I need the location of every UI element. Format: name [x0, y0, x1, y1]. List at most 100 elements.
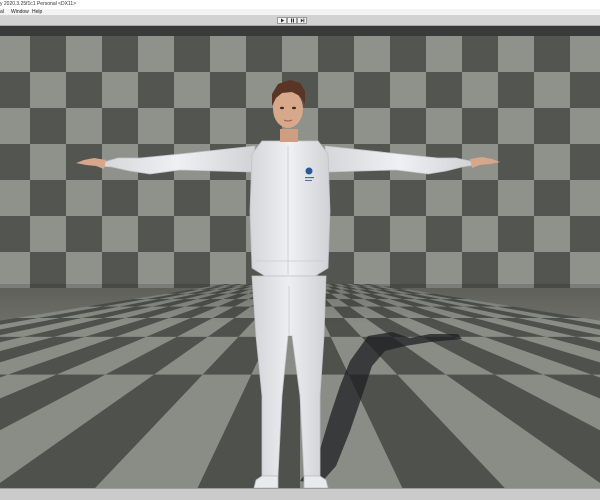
wall-tile: [354, 108, 390, 144]
wall-tile: [138, 216, 174, 252]
wall-tile: [354, 36, 390, 72]
wall-tile: [138, 180, 174, 216]
wall-tile: [498, 108, 534, 144]
chest-logo-line: [305, 177, 314, 179]
wall-tile: [66, 72, 102, 108]
wall-tile: [30, 108, 66, 144]
wall-tile: [174, 252, 210, 288]
wall-tile: [30, 144, 66, 180]
wall-tile: [66, 216, 102, 252]
wall-tile: [390, 252, 426, 288]
wall-tile: [174, 216, 210, 252]
wall-tile: [498, 216, 534, 252]
wall-tile: [354, 216, 390, 252]
shirt: [249, 140, 331, 277]
wall-tile: [0, 36, 30, 72]
unity-editor-window: y 2020.3.25f1c1 Personal <DX11> al Windo…: [0, 0, 600, 500]
wall-tile: [318, 36, 354, 72]
wall-tile: [66, 108, 102, 144]
wall-tile: [138, 36, 174, 72]
right-eye: [292, 106, 296, 110]
wall-tile: [426, 216, 462, 252]
game-view-viewport[interactable]: [0, 36, 600, 488]
wall-tile: [138, 108, 174, 144]
wall-tile: [174, 72, 210, 108]
wall-tile: [318, 72, 354, 108]
wall-tile: [102, 108, 138, 144]
wall-tile: [570, 108, 600, 144]
wall-tile: [390, 108, 426, 144]
play-icon: [280, 18, 284, 23]
wall-tile: [570, 216, 600, 252]
wall-tile: [570, 180, 600, 216]
wall-tile: [462, 216, 498, 252]
wall-tile: [462, 72, 498, 108]
wall-tile: [426, 252, 462, 288]
wall-tile: [498, 180, 534, 216]
game-view-header: [0, 26, 600, 36]
wall-tile: [0, 144, 30, 180]
wall-tile: [498, 144, 534, 180]
wall-tile: [426, 180, 462, 216]
wall-tile: [390, 216, 426, 252]
pause-button[interactable]: [287, 17, 297, 24]
wall-tile: [354, 72, 390, 108]
wall-tile: [66, 180, 102, 216]
wall-tile: [210, 36, 246, 72]
wall-tile: [0, 72, 30, 108]
wall-tile: [390, 180, 426, 216]
wall-tile: [174, 180, 210, 216]
wall-tile: [570, 36, 600, 72]
wall-tile: [390, 72, 426, 108]
chest-logo-icon: [305, 167, 313, 175]
wall-tile: [462, 252, 498, 288]
wall-tile: [30, 252, 66, 288]
wall-tile: [570, 144, 600, 180]
wall-tile: [210, 180, 246, 216]
wall-tile: [462, 180, 498, 216]
wall-tile: [462, 108, 498, 144]
wall-tile: [426, 36, 462, 72]
wall-tile: [102, 72, 138, 108]
wall-tile: [0, 108, 30, 144]
wall-tile: [462, 36, 498, 72]
window-title: y 2020.3.25f1c1 Personal <DX11>: [0, 1, 77, 7]
wall-tile: [534, 144, 570, 180]
wall-tile: [570, 252, 600, 288]
wall-tile: [210, 72, 246, 108]
wall-tile: [498, 252, 534, 288]
wall-tile: [0, 216, 30, 252]
wall-tile: [534, 36, 570, 72]
step-button[interactable]: [297, 17, 307, 24]
neck: [280, 129, 298, 142]
wall-tile: [354, 252, 390, 288]
play-button[interactable]: [277, 17, 287, 24]
wall-tile: [210, 108, 246, 144]
wall-tile: [534, 216, 570, 252]
wall-tile: [534, 108, 570, 144]
wall-tile: [102, 252, 138, 288]
wall-tile: [354, 180, 390, 216]
wall-tile: [498, 36, 534, 72]
wall-tile: [102, 180, 138, 216]
wall-tile: [174, 36, 210, 72]
wall-tile: [66, 252, 102, 288]
scene-render: [0, 36, 600, 488]
step-icon: [300, 18, 304, 23]
wall-tile: [30, 216, 66, 252]
wall-tile: [30, 36, 66, 72]
wall-tile: [102, 36, 138, 72]
wall-tile: [246, 36, 282, 72]
wall-tile: [0, 180, 30, 216]
wall-tile: [102, 216, 138, 252]
chest-logo-line-2: [305, 180, 312, 181]
wall-tile: [30, 72, 66, 108]
wall-tile: [66, 36, 102, 72]
wall-tile: [426, 72, 462, 108]
wall-tile: [30, 180, 66, 216]
wall-tile: [426, 108, 462, 144]
left-eye: [280, 106, 284, 110]
wall-tile: [498, 72, 534, 108]
wall-tile: [534, 180, 570, 216]
wall-tile: [534, 72, 570, 108]
